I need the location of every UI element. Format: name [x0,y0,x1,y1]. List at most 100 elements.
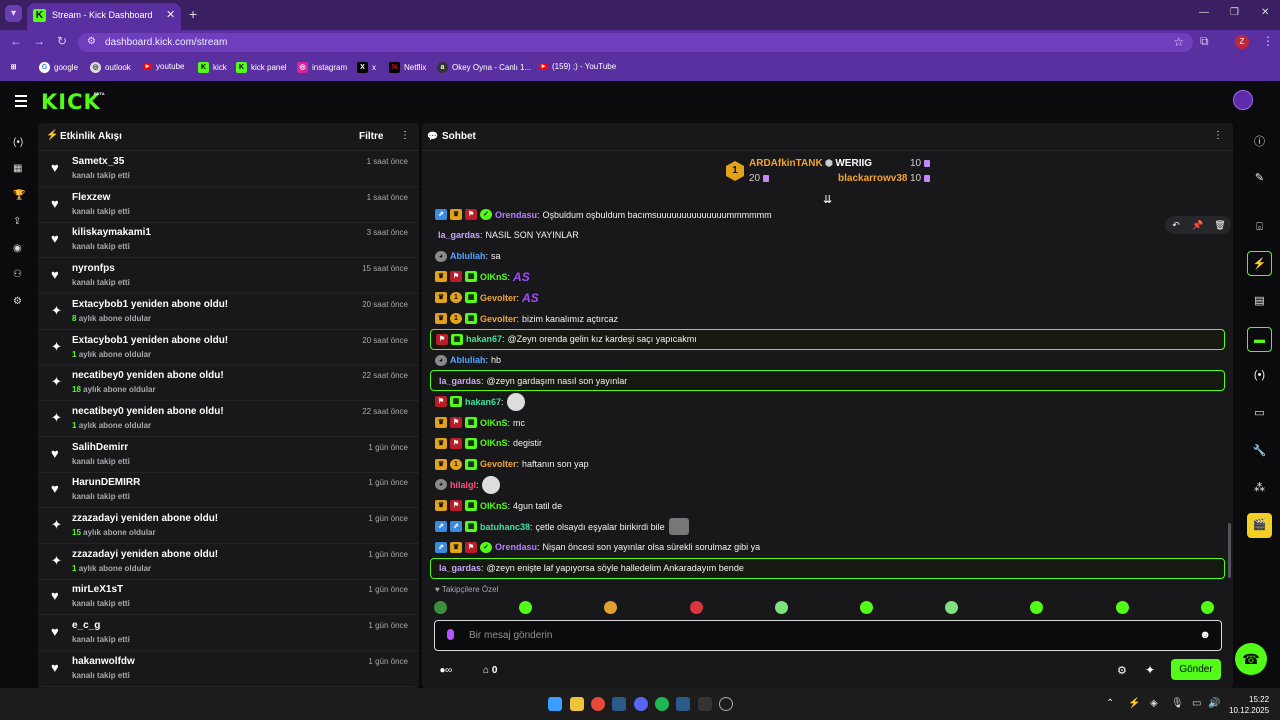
tray-expand-icon[interactable]: ⌃ [1106,698,1114,709]
maximize-button[interactable]: ❐ [1230,7,1239,18]
layout-icon[interactable]: ▭ [1247,401,1272,426]
steam-icon[interactable] [612,697,626,711]
bookmark-instagram[interactable]: ◎ instagram [297,62,347,73]
emote-button[interactable] [1200,601,1214,614]
store-count[interactable]: ⌂ 0 [483,665,497,676]
chat-message[interactable]: ♛ ⚑ ▦ OlKnS: mc [430,412,1225,433]
chat-message[interactable]: ⇗ ♛ ⚑ ✓ Orendasu: Oşbuldum oşbuldum bacımsuuu… [430,204,1225,225]
delete-icon[interactable]: 🗑 [1209,216,1231,234]
bookmark-okey[interactable]: a Okey Oyna - Canlı 1... [437,62,531,73]
bookmark-kick-panel[interactable]: Kkick panel [236,62,287,73]
activity-item[interactable]: ♥ nyronfps kanalı takip etti 15 saat önce [38,258,419,295]
chat-message[interactable]: ⇗ ⇗ ▦ batuhanc38: çetle olsaydı eşyalar biri… [430,516,1225,537]
browser-tab[interactable]: K Stream - Kick Dashboard ✕ [27,3,181,30]
chat-message[interactable]: la_gardas: NASIL SON YAYINLAR [430,225,1225,246]
steam-tray-icon[interactable]: ◈ [1150,698,1158,709]
community-icon[interactable]: ⁂ [1247,476,1272,501]
volume-icon[interactable]: 🔊 [1208,698,1220,709]
emote-button[interactable] [945,601,959,614]
activity-item[interactable]: ♥ e_c_g kanalı takip etti 1 gün önce [38,615,419,652]
chat-username[interactable]: la_gardas [439,376,481,386]
bookmark-netflix[interactable]: N Netflix [389,62,426,73]
chat-message[interactable]: ♛ ⚑ ▦ OlKnS:4gun tatil de [430,495,1225,516]
activity-item[interactable]: ✦ necatibey0 yeniden abone oldu! 1 aylık a… [38,401,419,437]
chat-username[interactable]: la_gardas [439,563,481,573]
chat-message[interactable]: ♛ 1 ▦ Gevolter: bizim kanalımız açtırcaz [430,308,1225,329]
broadcast-icon[interactable]: ◉ [13,243,22,254]
filter-button[interactable]: Filtre [359,131,383,142]
extensions-icon[interactable]: ⧉ [1200,34,1209,49]
chat-settings-icon[interactable]: ⚙ [1117,664,1127,677]
send-button[interactable]: Gönder [1171,659,1221,680]
info-icon[interactable]: ⓘ [1247,130,1272,155]
emote-button[interactable] [434,601,447,614]
reply-icon[interactable]: ↶ [1165,216,1187,234]
stream-icon[interactable]: (•) [13,137,23,148]
back-icon[interactable]: ← [10,34,22,48]
bookmark-youtube-video[interactable]: ▸ (159) ;) - YouTube [539,62,616,71]
upload-icon[interactable]: ⇪ [13,216,21,227]
chat-username[interactable]: Orendasu [495,542,537,552]
chat-username[interactable]: hakan67 [465,397,501,407]
chat-username[interactable]: hilalgl [450,480,476,490]
close-tab-icon[interactable]: ✕ [166,8,175,21]
chat-users-icon[interactable]: ✦ [1145,663,1155,677]
mic-tray-icon[interactable]: 🎙 [1171,698,1184,709]
apps-icon[interactable]: ⊞ [8,62,19,73]
live-icon[interactable]: (•) [1247,363,1272,388]
edit-icon[interactable]: ✎ [1247,166,1272,191]
game-icon[interactable] [719,697,733,711]
chat-username[interactable]: OlKnS [480,418,508,428]
activity-item[interactable]: ✦ Extacybob1 yeniden abone oldu! 8 aylık a… [38,294,419,330]
minimize-button[interactable]: — [1199,7,1209,18]
activity-item[interactable]: ♥ HarunDEMIRR kanalı takip etti 1 gün önce [38,472,419,509]
forward-icon[interactable]: → [33,34,45,48]
chat-message[interactable]: ♛ 1 ▦ Gevolter: haftanın son yap [430,454,1225,475]
bookmark-x[interactable]: Xx [357,62,376,73]
bookmark-google[interactable]: Ggoogle [39,62,78,73]
emote-button[interactable] [860,601,873,614]
activity-more-icon[interactable]: ⋮ [400,130,410,141]
chat-more-icon[interactable]: ⋮ [1213,130,1223,141]
chat-message[interactable]: ◕ hilalgl: [430,474,1225,495]
leader-first-name[interactable]: ARDAfkinTANK [749,158,823,169]
quick-actions-icon[interactable]: ⚡ [1247,251,1272,276]
leader-second-name[interactable]: ⬢ WERIIG [825,158,872,169]
chat-username[interactable]: Gevolter [480,314,517,324]
chat-username[interactable]: Abluliah [450,355,486,365]
chrome-icon[interactable] [591,697,605,711]
chat-scrollbar[interactable] [1228,523,1231,578]
close-window-button[interactable]: ✕ [1261,7,1269,18]
clock[interactable]: 15:22 10.12.2025 [1229,694,1269,716]
profile-avatar[interactable]: Z [1235,35,1249,49]
emote-button[interactable] [774,601,788,614]
mic-icon[interactable] [447,629,454,640]
chat-username[interactable]: OlKnS [480,438,508,448]
emoji-icon[interactable]: ☻ [1199,629,1211,641]
emote-button[interactable] [604,601,618,614]
chat-message[interactable]: ◕ Abluliah: sa [430,246,1225,267]
trophy-icon[interactable]: 🏆 [13,190,25,201]
bookmark-youtube[interactable]: ▸ youtube [143,62,184,71]
settings-icon[interactable]: ⚙ [13,296,22,307]
users-icon[interactable]: ⚇ [13,269,22,280]
bookmark-kick[interactable]: Kkick [198,62,227,73]
activity-item[interactable]: ♥ kiliskaymakami1 kanalı takip etti 3 saat … [38,222,419,259]
clapper-icon[interactable]: 🎬 [1247,513,1272,538]
activity-item[interactable]: ✦ Extacybob1 yeniden abone oldu! 1 aylık a… [38,330,419,366]
activity-item[interactable]: ♥ Flexzew kanalı takip etti 1 saat önce [38,187,419,223]
menu-icon[interactable] [15,95,27,110]
chat-message[interactable]: ♛ 1 ▦ Gevolter: AS [430,287,1225,308]
activity-item[interactable]: ♥ SalihDemirr kanalı takip etti 1 gün önce [38,437,419,473]
spotify-icon[interactable] [655,697,669,711]
notes-icon[interactable]: ▤ [1247,289,1272,314]
emote-button[interactable] [689,601,703,614]
support-headset-icon[interactable]: ☎ [1235,643,1267,675]
discord-icon[interactable] [634,697,648,711]
channel-points-icon[interactable]: ⦁∞ [440,665,452,676]
bookmark-outlook[interactable]: ◎ outlook [90,62,131,73]
chat-message[interactable]: ♛ ⚑ ▦ OlKnS: AS [430,266,1225,287]
chat-username[interactable]: la_gardas [438,230,480,240]
display-tray-icon[interactable]: ▭ [1192,698,1201,709]
url-field[interactable]: ⚙ dashboard.kick.com/stream ☆ [78,33,1193,52]
